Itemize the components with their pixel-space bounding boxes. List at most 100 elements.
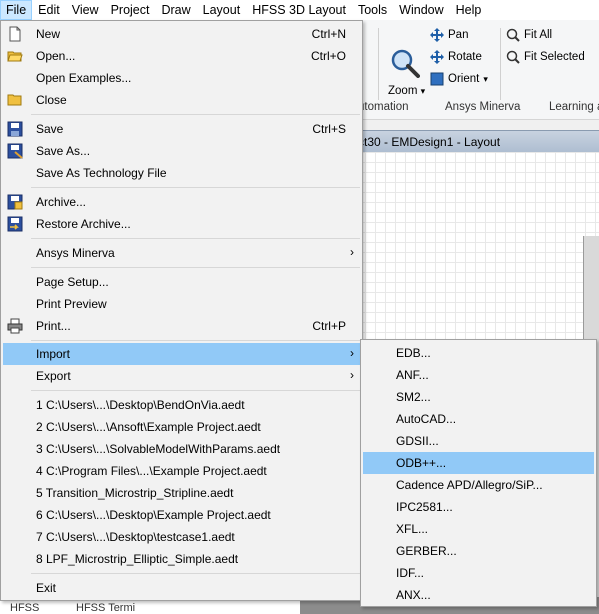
menu-item-recent-file[interactable]: 6 C:\Users\...\Desktop\Example Project.a… <box>3 504 360 526</box>
menu-item-recent-file[interactable]: 8 LPF_Microstrip_Elliptic_Simple.aedt <box>3 548 360 570</box>
menu-item-page-setup[interactable]: Page Setup... <box>3 271 360 293</box>
submenu-item-label: GERBER... <box>396 544 457 558</box>
menu-item-import[interactable]: Import › <box>3 343 360 365</box>
menu-item-restore-archive[interactable]: Restore Archive... <box>3 213 360 235</box>
submenu-item-edb[interactable]: EDB... <box>363 342 594 364</box>
chevron-right-icon: › <box>350 346 354 360</box>
menu-edit[interactable]: Edit <box>32 0 66 20</box>
fit-selected-button[interactable]: Fit Selected <box>506 50 585 64</box>
zoom-button[interactable]: Zoom ▾ <box>388 85 425 97</box>
menu-tools[interactable]: Tools <box>352 0 393 20</box>
submenu-item-cadence-apd[interactable]: Cadence APD/Allegro/SiP... <box>363 474 594 496</box>
submenu-item-ipc2581[interactable]: IPC2581... <box>363 496 594 518</box>
menu-item-label: 8 LPF_Microstrip_Elliptic_Simple.aedt <box>36 552 239 566</box>
table-cell: HFSS <box>10 602 40 614</box>
menu-item-shortcut: Ctrl+S <box>312 122 346 136</box>
menu-draw[interactable]: Draw <box>155 0 196 20</box>
menu-item-open[interactable]: Open... Ctrl+O <box>3 45 360 67</box>
menu-separator <box>31 238 360 239</box>
submenu-item-autocad[interactable]: AutoCAD... <box>363 408 594 430</box>
menu-layout[interactable]: Layout <box>197 0 247 20</box>
save-icon <box>7 121 23 137</box>
menu-item-label: 7 C:\Users\...\Desktop\testcase1.aedt <box>36 530 235 544</box>
menu-item-label: Open Examples... <box>36 71 132 85</box>
menu-item-save-as[interactable]: Save As... <box>3 140 360 162</box>
menu-item-recent-file[interactable]: 1 C:\Users\...\Desktop\BendOnVia.aedt <box>3 394 360 416</box>
menu-item-print-preview[interactable]: Print Preview <box>3 293 360 315</box>
menu-hfss-3d-layout[interactable]: HFSS 3D Layout <box>246 0 352 20</box>
submenu-item-label: ANF... <box>396 368 429 382</box>
menu-separator <box>31 390 360 391</box>
submenu-item-gdsii[interactable]: GDSII... <box>363 430 594 452</box>
orient-icon <box>430 72 444 86</box>
printer-icon <box>7 318 23 334</box>
file-menu: New Ctrl+N Open... Ctrl+O Open Examples.… <box>0 20 363 601</box>
pan-button[interactable]: Pan <box>430 28 468 42</box>
submenu-item-idf[interactable]: IDF... <box>363 562 594 584</box>
menu-item-shortcut: Ctrl+O <box>310 49 346 63</box>
menu-item-shortcut: Ctrl+P <box>312 319 346 333</box>
save-as-icon <box>7 143 23 159</box>
ribbon-tab-automation[interactable]: utomation <box>358 101 409 113</box>
rotate-icon <box>430 50 444 64</box>
menu-item-archive[interactable]: Archive... <box>3 191 360 213</box>
submenu-item-gerber[interactable]: GERBER... <box>363 540 594 562</box>
menu-item-close[interactable]: Close <box>3 89 360 111</box>
submenu-item-label: ODB++... <box>396 456 447 470</box>
orient-button[interactable]: Orient ▾ <box>430 72 488 86</box>
menu-item-print[interactable]: Print... Ctrl+P <box>3 315 360 337</box>
submenu-item-odb[interactable]: ODB++... <box>363 452 594 474</box>
ribbon-separator <box>500 28 501 100</box>
submenu-item-sm2[interactable]: SM2... <box>363 386 594 408</box>
orient-label: Orient <box>448 73 480 85</box>
menu-item-label: New <box>36 27 61 41</box>
menu-separator <box>31 187 360 188</box>
menu-help[interactable]: Help <box>450 0 488 20</box>
menu-item-label: Save As Technology File <box>36 166 167 180</box>
ribbon-tab-learning[interactable]: Learning a <box>549 101 599 113</box>
fit-all-button[interactable]: Fit All <box>506 28 552 42</box>
menu-item-open-examples[interactable]: Open Examples... <box>3 67 360 89</box>
menu-item-recent-file[interactable]: 3 C:\Users\...\SolvableModelWithParams.a… <box>3 438 360 460</box>
zoom-icon[interactable] <box>390 48 420 78</box>
menu-item-new[interactable]: New Ctrl+N <box>3 23 360 45</box>
import-submenu: EDB... ANF... SM2... AutoCAD... GDSII...… <box>360 339 597 607</box>
menu-item-label: Archive... <box>36 195 87 209</box>
rotate-label: Rotate <box>448 51 482 63</box>
menu-project[interactable]: Project <box>105 0 156 20</box>
menu-file[interactable]: File <box>0 0 33 20</box>
menu-item-recent-file[interactable]: 5 Transition_Microstrip_Stripline.aedt <box>3 482 360 504</box>
design-window-title: ct30 - EMDesign1 - Layout <box>355 130 599 152</box>
submenu-item-xfl[interactable]: XFL... <box>363 518 594 540</box>
submenu-item-anx[interactable]: ANX... <box>363 584 594 606</box>
submenu-item-anf[interactable]: ANF... <box>363 364 594 386</box>
submenu-item-label: AutoCAD... <box>396 412 457 426</box>
menu-item-export[interactable]: Export › <box>3 365 360 387</box>
submenu-item-label: Cadence APD/Allegro/SiP... <box>396 478 543 492</box>
submenu-item-label: EDB... <box>396 346 431 360</box>
menu-view[interactable]: View <box>66 0 105 20</box>
rotate-button[interactable]: Rotate <box>430 50 482 64</box>
menu-item-save-as-technology-file[interactable]: Save As Technology File <box>3 162 360 184</box>
menu-item-recent-file[interactable]: 2 C:\Users\...\Ansoft\Example Project.ae… <box>3 416 360 438</box>
ribbon-separator <box>378 28 379 100</box>
pan-icon <box>430 28 444 42</box>
menu-item-recent-file[interactable]: 4 C:\Program Files\...\Example Project.a… <box>3 460 360 482</box>
menu-item-exit[interactable]: Exit <box>3 577 360 599</box>
menu-item-label: Save <box>36 122 64 136</box>
archive-icon <box>7 194 23 210</box>
menu-item-ansys-minerva[interactable]: Ansys Minerva › <box>3 242 360 264</box>
submenu-item-label: GDSII... <box>396 434 439 448</box>
ribbon-tab-ansys-minerva[interactable]: Ansys Minerva <box>445 101 520 113</box>
submenu-item-label: ANX... <box>396 588 431 602</box>
menu-separator <box>31 340 360 341</box>
menu-item-save[interactable]: Save Ctrl+S <box>3 118 360 140</box>
submenu-item-label: IPC2581... <box>396 500 453 514</box>
ribbon-tab-row: utomation Ansys Minerva Learning a <box>355 100 599 117</box>
menu-item-recent-file[interactable]: 7 C:\Users\...\Desktop\testcase1.aedt <box>3 526 360 548</box>
menu-window[interactable]: Window <box>393 0 449 20</box>
properties-table: HFSS HFSS Termi <box>0 600 300 614</box>
menu-item-shortcut: Ctrl+N <box>311 27 346 41</box>
menu-separator <box>31 267 360 268</box>
menu-item-label: Page Setup... <box>36 275 109 289</box>
